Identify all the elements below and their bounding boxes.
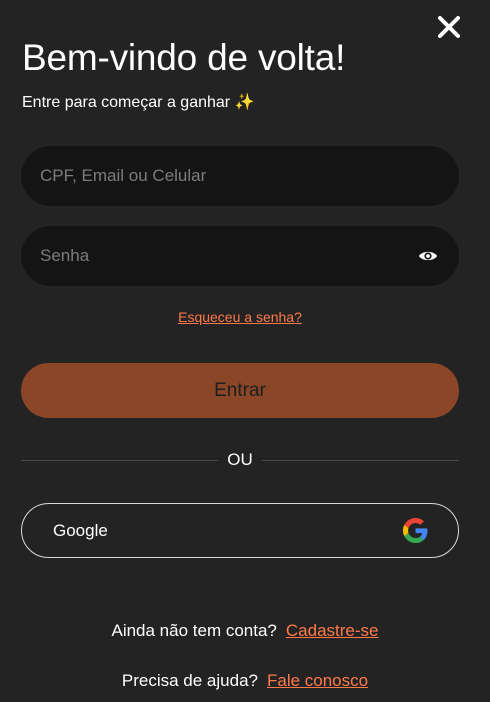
divider-right (262, 460, 459, 461)
divider-label: OU (227, 450, 253, 469)
help-row: Precisa de ajuda? Fale conosco (0, 671, 490, 691)
divider-left (21, 460, 218, 461)
eye-icon (419, 251, 437, 261)
page-title: Bem-vindo de volta! (22, 37, 346, 78)
login-button[interactable]: Entrar (21, 363, 459, 418)
password-input[interactable] (21, 226, 459, 286)
google-button-label: Google (53, 521, 108, 540)
password-field-wrapper (21, 226, 459, 286)
google-login-button[interactable]: Google (21, 503, 459, 558)
close-icon (438, 16, 460, 38)
page-subtitle: Entre para começar a ganhar ✨ (22, 94, 255, 111)
login-input[interactable] (21, 146, 459, 206)
close-button[interactable] (436, 14, 462, 40)
help-prompt: Precisa de ajuda? (121, 671, 258, 690)
google-icon (403, 518, 428, 543)
signup-row: Ainda não tem conta? Cadastre-se (0, 621, 490, 641)
login-field-wrapper (21, 146, 459, 206)
signup-link[interactable]: Cadastre-se (286, 621, 379, 640)
toggle-password-visibility[interactable] (418, 247, 438, 265)
forgot-password-link[interactable]: Esqueceu a senha? (0, 309, 480, 325)
contact-link[interactable]: Fale conosco (267, 671, 368, 690)
signup-prompt: Ainda não tem conta? (111, 621, 277, 640)
